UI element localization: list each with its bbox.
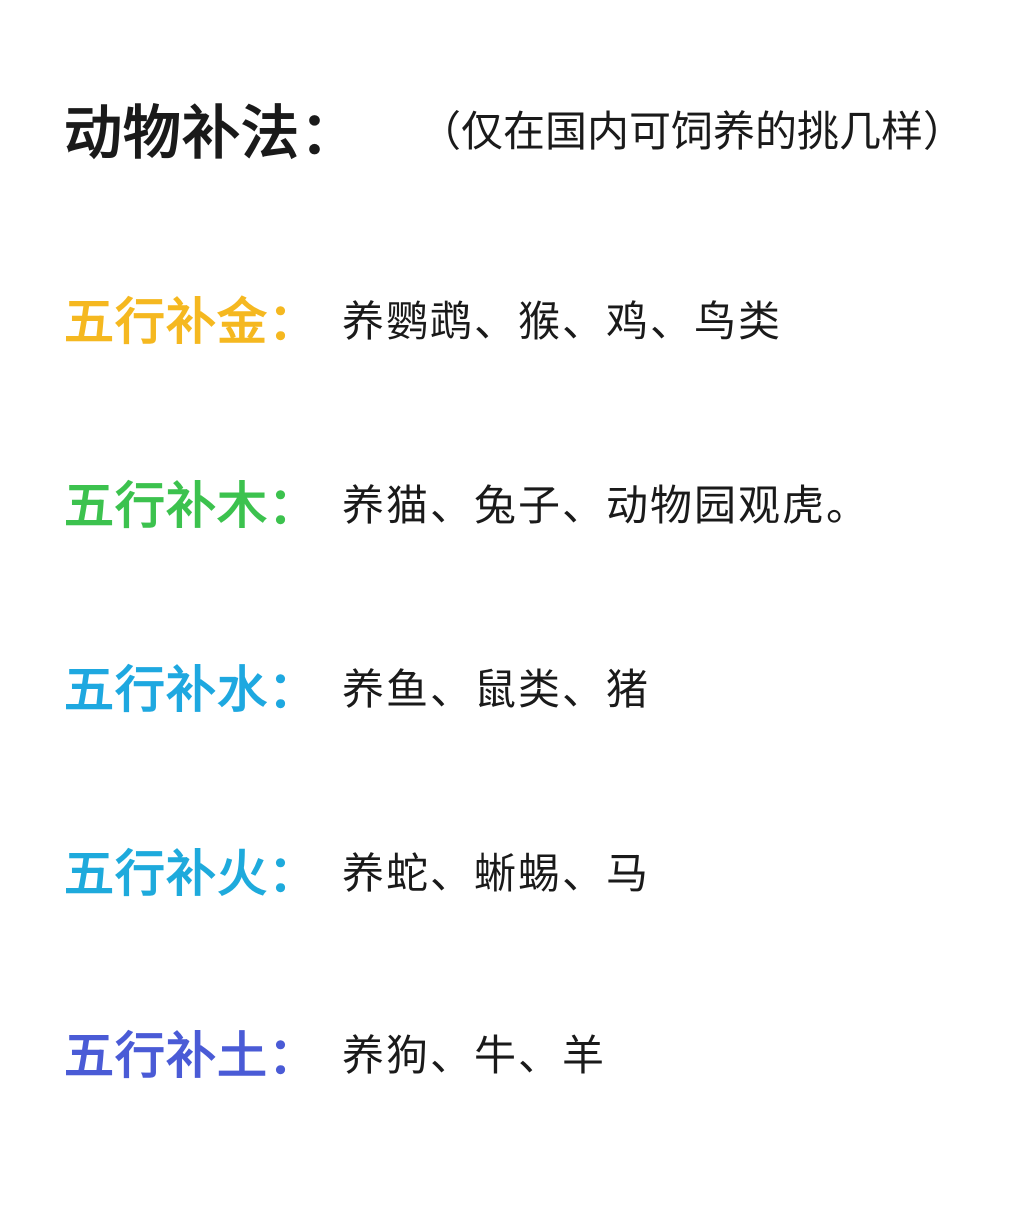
item-label: 五行补火：: [64, 845, 319, 903]
item-value: 养蛇、蜥蜴、马: [342, 848, 651, 898]
header: 动物补法： （仅在国内可饲养的挑几样）: [64, 88, 1014, 168]
item-label: 五行补金：: [64, 293, 319, 351]
list-item-wood: 五行补木： 养猫、兔子、动物园观虎。: [64, 470, 1004, 535]
item-value: 养鹦鹉、猴、鸡、鸟类: [342, 296, 783, 346]
page-title: 动物补法：: [64, 99, 360, 167]
item-label: 五行补木：: [64, 477, 319, 535]
list-item-water: 五行补水： 养鱼、鼠类、猪: [64, 654, 1004, 719]
item-value: 养鱼、鼠类、猪: [342, 664, 651, 714]
item-label: 五行补水：: [64, 661, 319, 719]
list-item-metal: 五行补金： 养鹦鹉、猴、鸡、鸟类: [64, 286, 1004, 351]
item-label: 五行补土：: [64, 1027, 319, 1085]
list-item-earth: 五行补土： 养狗、牛、羊: [64, 1020, 1004, 1085]
item-value: 养猫、兔子、动物园观虎。: [342, 480, 871, 530]
list-item-fire: 五行补火： 养蛇、蜥蜴、马: [64, 838, 1004, 903]
item-value: 养狗、牛、羊: [342, 1030, 607, 1080]
page-subtitle: （仅在国内可饲养的挑几样）: [419, 106, 966, 156]
